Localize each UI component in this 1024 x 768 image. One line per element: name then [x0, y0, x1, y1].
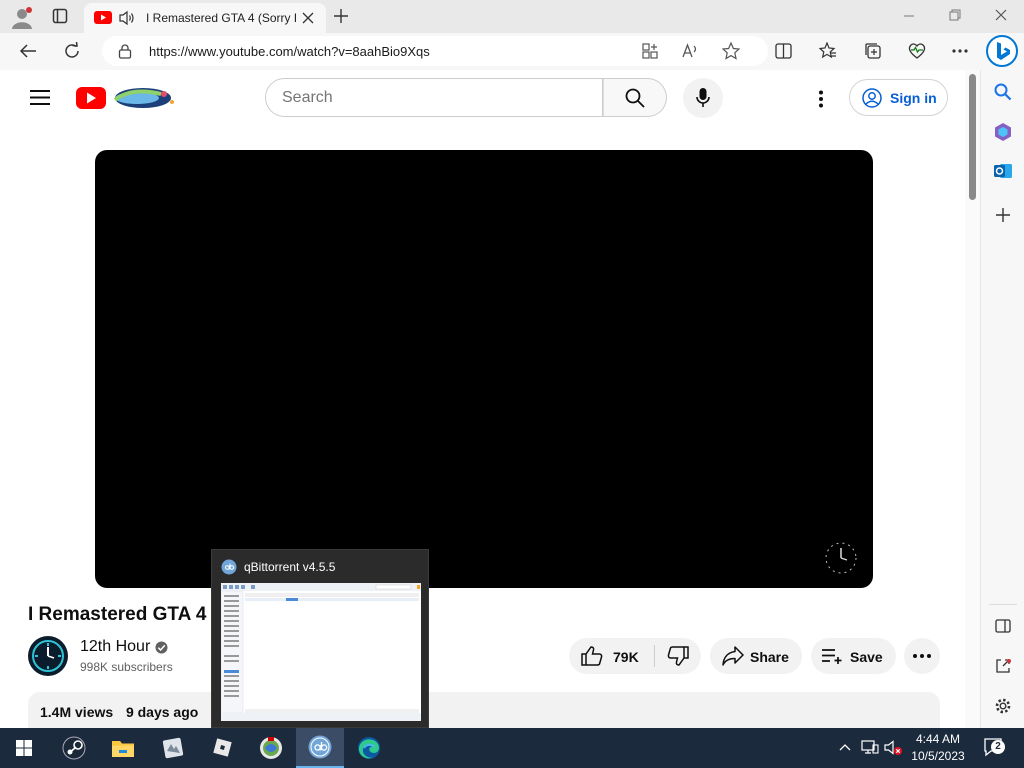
network-icon[interactable] [861, 740, 879, 755]
like-count: 79K [613, 649, 639, 665]
hide-sidebar-icon[interactable] [995, 619, 1011, 633]
favorite-star-icon[interactable] [722, 42, 740, 60]
qbittorrent-window-thumbnail[interactable] [221, 583, 421, 721]
edge-sidebar [980, 70, 1024, 728]
notification-icon[interactable]: 2 [983, 737, 1007, 759]
youtube-logo[interactable] [75, 83, 179, 113]
save-icon [821, 648, 843, 664]
tab-actions-icon[interactable] [52, 8, 68, 24]
scroll-thumb[interactable] [969, 74, 976, 200]
like-dislike-group: 79K [569, 638, 701, 674]
dislike-icon [667, 646, 689, 666]
sidebar-search-icon[interactable] [994, 83, 1012, 101]
new-tab-icon[interactable] [333, 8, 349, 24]
browser-tab-active[interactable]: I Remastered GTA 4 (Sorry R [84, 3, 326, 33]
search-icon [625, 88, 645, 108]
user-icon [862, 88, 882, 108]
browser-essentials-icon[interactable] [907, 42, 927, 60]
video-player[interactable] [95, 150, 873, 588]
address-bar[interactable]: https://www.youtube.com/watch?v=8aahBio9… [102, 36, 768, 66]
kebab-icon[interactable] [818, 90, 824, 108]
url-text[interactable]: https://www.youtube.com/watch?v=8aahBio9… [149, 44, 430, 59]
profile-icon[interactable] [10, 5, 34, 29]
more-icon[interactable] [952, 49, 968, 53]
upload-age: 9 days ago [125, 704, 199, 720]
search-placeholder: Search [282, 89, 333, 106]
share-label: Share [750, 649, 789, 665]
share-icon [722, 646, 744, 666]
windows-start-icon[interactable] [9, 734, 39, 762]
close-icon[interactable] [302, 12, 314, 24]
video-stats: 1.4M views 9 days ago [40, 704, 198, 720]
more-actions-button[interactable] [904, 638, 940, 674]
channel-name[interactable]: 12th Hour [80, 638, 150, 656]
edge-icon[interactable] [354, 734, 384, 762]
video-title: I Remastered GTA 4 (S [28, 604, 231, 625]
add-sidebar-app-icon[interactable] [996, 208, 1010, 222]
game-launcher-icon[interactable] [256, 734, 286, 762]
qbittorrent-preview-icon [221, 559, 237, 575]
outlook-icon[interactable] [993, 162, 1013, 180]
avatar[interactable] [28, 636, 68, 676]
save-label: Save [850, 649, 883, 665]
like-icon [581, 646, 603, 666]
roblox-icon[interactable] [207, 734, 237, 762]
voice-search-button[interactable] [683, 78, 723, 118]
restore-icon[interactable] [949, 9, 961, 21]
steam-icon[interactable] [59, 734, 89, 762]
save-button[interactable]: Save [811, 638, 896, 674]
app-window-icon[interactable] [158, 734, 188, 762]
read-aloud-icon[interactable] [682, 43, 700, 59]
back-icon[interactable] [19, 43, 37, 59]
split-screen-icon[interactable] [775, 43, 792, 59]
hamburger-icon[interactable] [30, 90, 50, 105]
browser-toolbar: https://www.youtube.com/watch?v=8aahBio9… [0, 33, 1024, 70]
window-close-icon[interactable] [995, 9, 1007, 21]
bing-copilot-icon[interactable] [986, 35, 1018, 67]
notification-count: 2 [995, 741, 1001, 752]
lock-icon[interactable] [118, 44, 132, 59]
youtube-favicon [94, 11, 112, 24]
preview-title: qBittorrent v4.5.5 [244, 560, 336, 574]
tab-strip: I Remastered GTA 4 (Sorry R [0, 0, 1024, 33]
search-input[interactable]: Search [265, 78, 603, 117]
search-button[interactable] [603, 78, 667, 117]
volume-muted-icon[interactable] [884, 740, 904, 756]
sign-in-button[interactable]: Sign in [849, 79, 948, 116]
subscriber-count: 998K subscribers [80, 660, 173, 674]
mic-icon [696, 88, 710, 108]
tab-title: I Remastered GTA 4 (Sorry R [146, 11, 296, 25]
share-button[interactable]: Share [710, 638, 802, 674]
sign-in-label: Sign in [890, 90, 937, 106]
verified-icon [155, 641, 168, 654]
minimize-icon[interactable] [903, 10, 915, 22]
apps-icon[interactable] [642, 43, 658, 59]
refresh-icon[interactable] [63, 42, 81, 60]
description-box[interactable]: 1.4M views 9 days ago [28, 692, 940, 728]
taskbar-thumbnail-preview[interactable]: qBittorrent v4.5.5 [211, 549, 429, 728]
copilot-hex-icon[interactable] [993, 122, 1013, 142]
view-count: 1.4M views [40, 704, 114, 720]
collections-icon[interactable] [864, 42, 882, 60]
qbittorrent-taskbar-button[interactable] [296, 728, 344, 768]
clock-date[interactable]: 10/5/2023 [908, 749, 968, 763]
clock-time[interactable]: 4:44 AM [908, 732, 968, 746]
sidebar-divider [989, 604, 1017, 605]
windows-taskbar: 4:44 AM 10/5/2023 2 [0, 728, 1024, 768]
video-watermark-icon [823, 540, 859, 576]
favorites-icon[interactable] [819, 42, 837, 60]
chevron-up-icon[interactable] [839, 743, 851, 751]
audio-playing-icon[interactable] [118, 10, 136, 26]
more-horizontal-icon [913, 654, 931, 658]
like-button[interactable]: 79K [569, 638, 654, 674]
settings-gear-icon[interactable] [994, 697, 1012, 715]
page-scrollbar[interactable] [965, 70, 980, 728]
dislike-button[interactable] [655, 638, 701, 674]
file-explorer-icon[interactable] [108, 734, 138, 762]
notification-count-badge: 2 [991, 740, 1005, 754]
qbittorrent-icon [308, 735, 332, 759]
youtube-page: Search Sign in I Remastered GTA 4 (S 12t… [5, 70, 965, 728]
external-link-icon[interactable] [995, 658, 1011, 674]
